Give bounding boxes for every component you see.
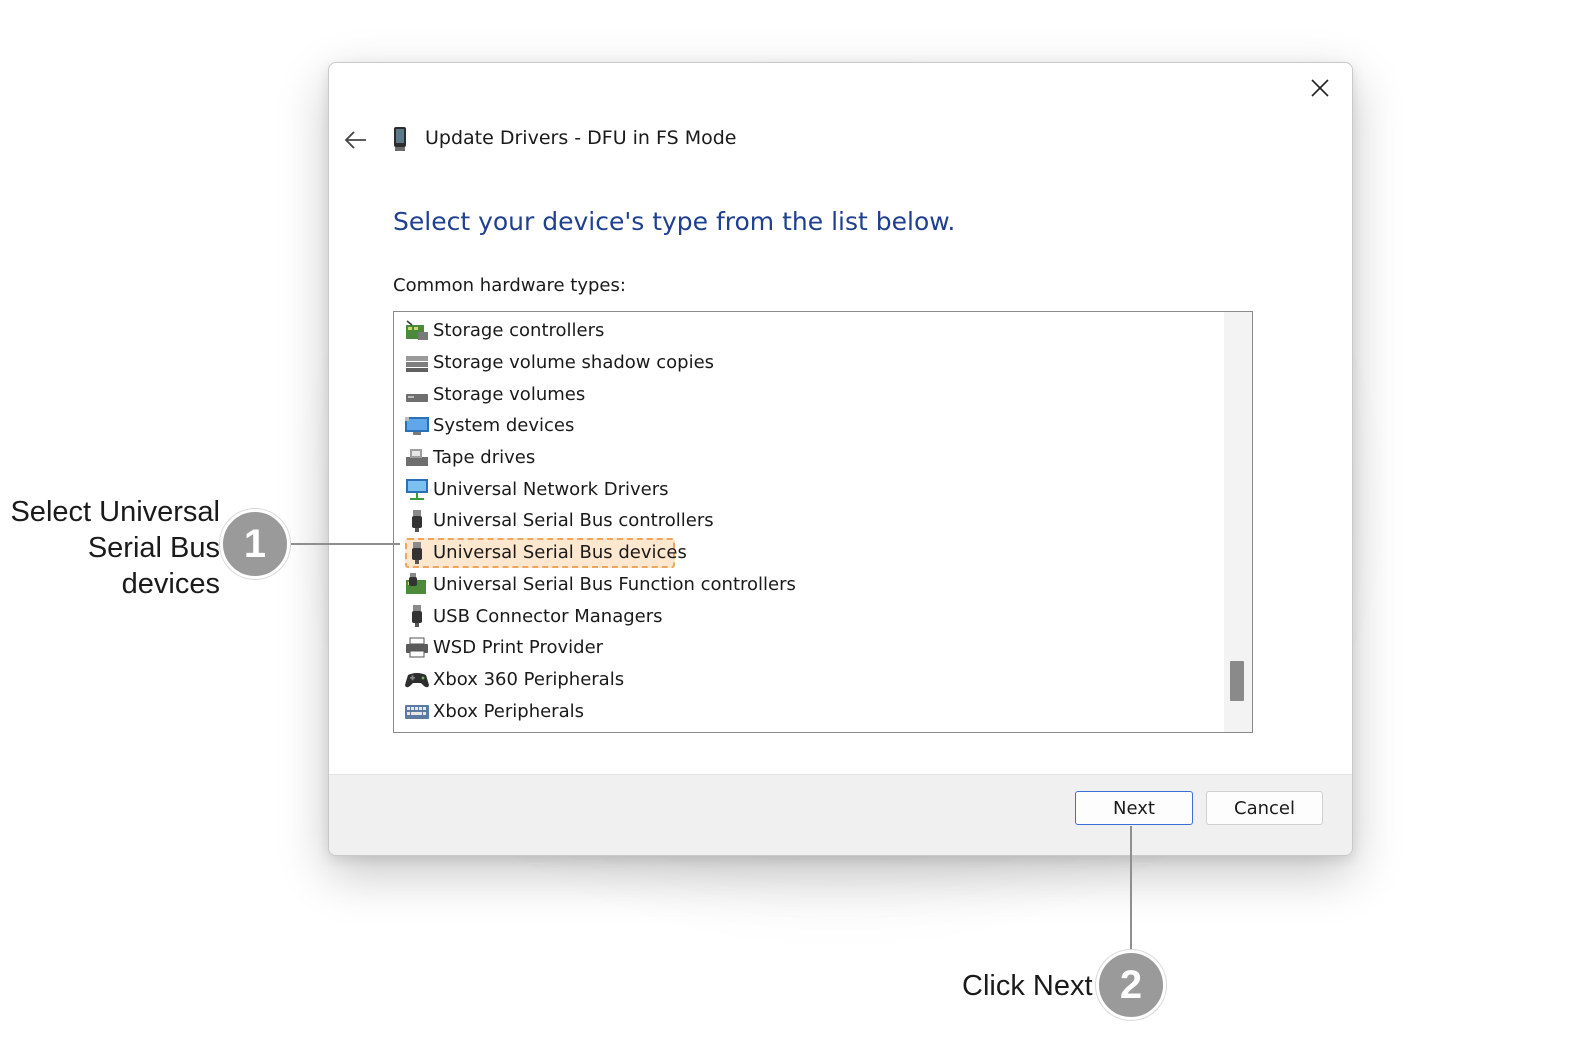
scrollbar-thumb[interactable] bbox=[1230, 661, 1244, 701]
instruction-heading: Select your device's type from the list … bbox=[393, 207, 956, 236]
list-item[interactable]: USB Connector Managers bbox=[394, 600, 1214, 632]
storage-volume-icon bbox=[404, 382, 430, 406]
list-item-label: Tape drives bbox=[433, 447, 536, 469]
monitor-icon bbox=[404, 414, 430, 438]
cancel-button[interactable]: Cancel bbox=[1206, 791, 1323, 825]
callout-2-badge: 2 bbox=[1096, 950, 1166, 1020]
list-item-label: Xbox 360 Peripherals bbox=[433, 668, 625, 690]
usb-plug-icon bbox=[404, 541, 430, 565]
callout-1-leader-line bbox=[290, 543, 400, 545]
callout-1-badge: 1 bbox=[220, 509, 290, 579]
list-item-label: System devices bbox=[433, 415, 575, 437]
usb-plug-icon bbox=[404, 604, 430, 628]
usb-function-icon bbox=[404, 572, 430, 596]
list-item[interactable]: Universal Serial Bus Function controller… bbox=[394, 569, 1214, 601]
list-item[interactable]: Storage volume shadow copies bbox=[394, 347, 1214, 379]
tape-drive-icon bbox=[404, 446, 430, 470]
callout-2-text: Click Next bbox=[962, 970, 1093, 1002]
close-button[interactable] bbox=[1304, 73, 1336, 103]
dialog-footer: Next Cancel bbox=[329, 774, 1352, 855]
list-items-container: Storage controllers Storage volume shadow… bbox=[394, 315, 1214, 727]
gamepad-icon bbox=[404, 667, 430, 691]
hardware-types-list[interactable]: Storage controllers Storage volume shadow… bbox=[393, 311, 1253, 733]
back-arrow-icon bbox=[344, 131, 366, 149]
storage-controller-icon bbox=[404, 319, 430, 343]
list-item-label: Universal Serial Bus devices bbox=[433, 542, 687, 564]
list-item[interactable]: Tape drives bbox=[394, 442, 1214, 474]
list-item-label: Universal Network Drivers bbox=[433, 478, 669, 500]
disk-drive-icon bbox=[404, 351, 430, 375]
list-item[interactable]: WSD Print Provider bbox=[394, 632, 1214, 664]
keyboard-icon bbox=[404, 699, 430, 723]
list-item[interactable]: Storage controllers bbox=[394, 315, 1214, 347]
list-item-label: Storage volume shadow copies bbox=[433, 352, 715, 374]
list-item[interactable]: Xbox Peripherals bbox=[394, 695, 1214, 727]
list-item[interactable]: System devices bbox=[394, 410, 1214, 442]
device-icon bbox=[394, 127, 406, 151]
list-item-label: Storage volumes bbox=[433, 383, 586, 405]
list-item[interactable]: Xbox 360 Peripherals bbox=[394, 664, 1214, 696]
list-item-label: Xbox Peripherals bbox=[433, 700, 584, 722]
printer-icon bbox=[404, 636, 430, 660]
list-item-label: Universal Serial Bus Function controller… bbox=[433, 573, 796, 595]
dialog-title: Update Drivers - DFU in FS Mode bbox=[425, 127, 737, 149]
scrollbar[interactable] bbox=[1224, 312, 1252, 732]
list-item-selected[interactable]: Universal Serial Bus devices bbox=[394, 537, 1214, 569]
list-item-label: WSD Print Provider bbox=[433, 637, 604, 659]
callout-2-leader-line bbox=[1130, 826, 1132, 952]
list-item[interactable]: Universal Serial Bus controllers bbox=[394, 505, 1214, 537]
list-item-label: Universal Serial Bus controllers bbox=[433, 510, 714, 532]
usb-plug-icon bbox=[404, 509, 430, 533]
callout-1-text: Select Universal Serial Bus devices bbox=[10, 496, 220, 600]
next-button[interactable]: Next bbox=[1075, 791, 1193, 825]
tutorial-stage: Update Drivers - DFU in FS Mode Select y… bbox=[0, 0, 1588, 1046]
network-monitor-icon bbox=[404, 477, 430, 501]
list-item-label: Storage controllers bbox=[433, 320, 605, 342]
back-button[interactable] bbox=[341, 125, 371, 155]
close-icon bbox=[1311, 79, 1329, 97]
list-item-label: USB Connector Managers bbox=[433, 605, 663, 627]
update-drivers-dialog: Update Drivers - DFU in FS Mode Select y… bbox=[328, 62, 1353, 856]
list-item[interactable]: Universal Network Drivers bbox=[394, 473, 1214, 505]
list-item[interactable]: Storage volumes bbox=[394, 378, 1214, 410]
list-label: Common hardware types: bbox=[393, 275, 626, 296]
